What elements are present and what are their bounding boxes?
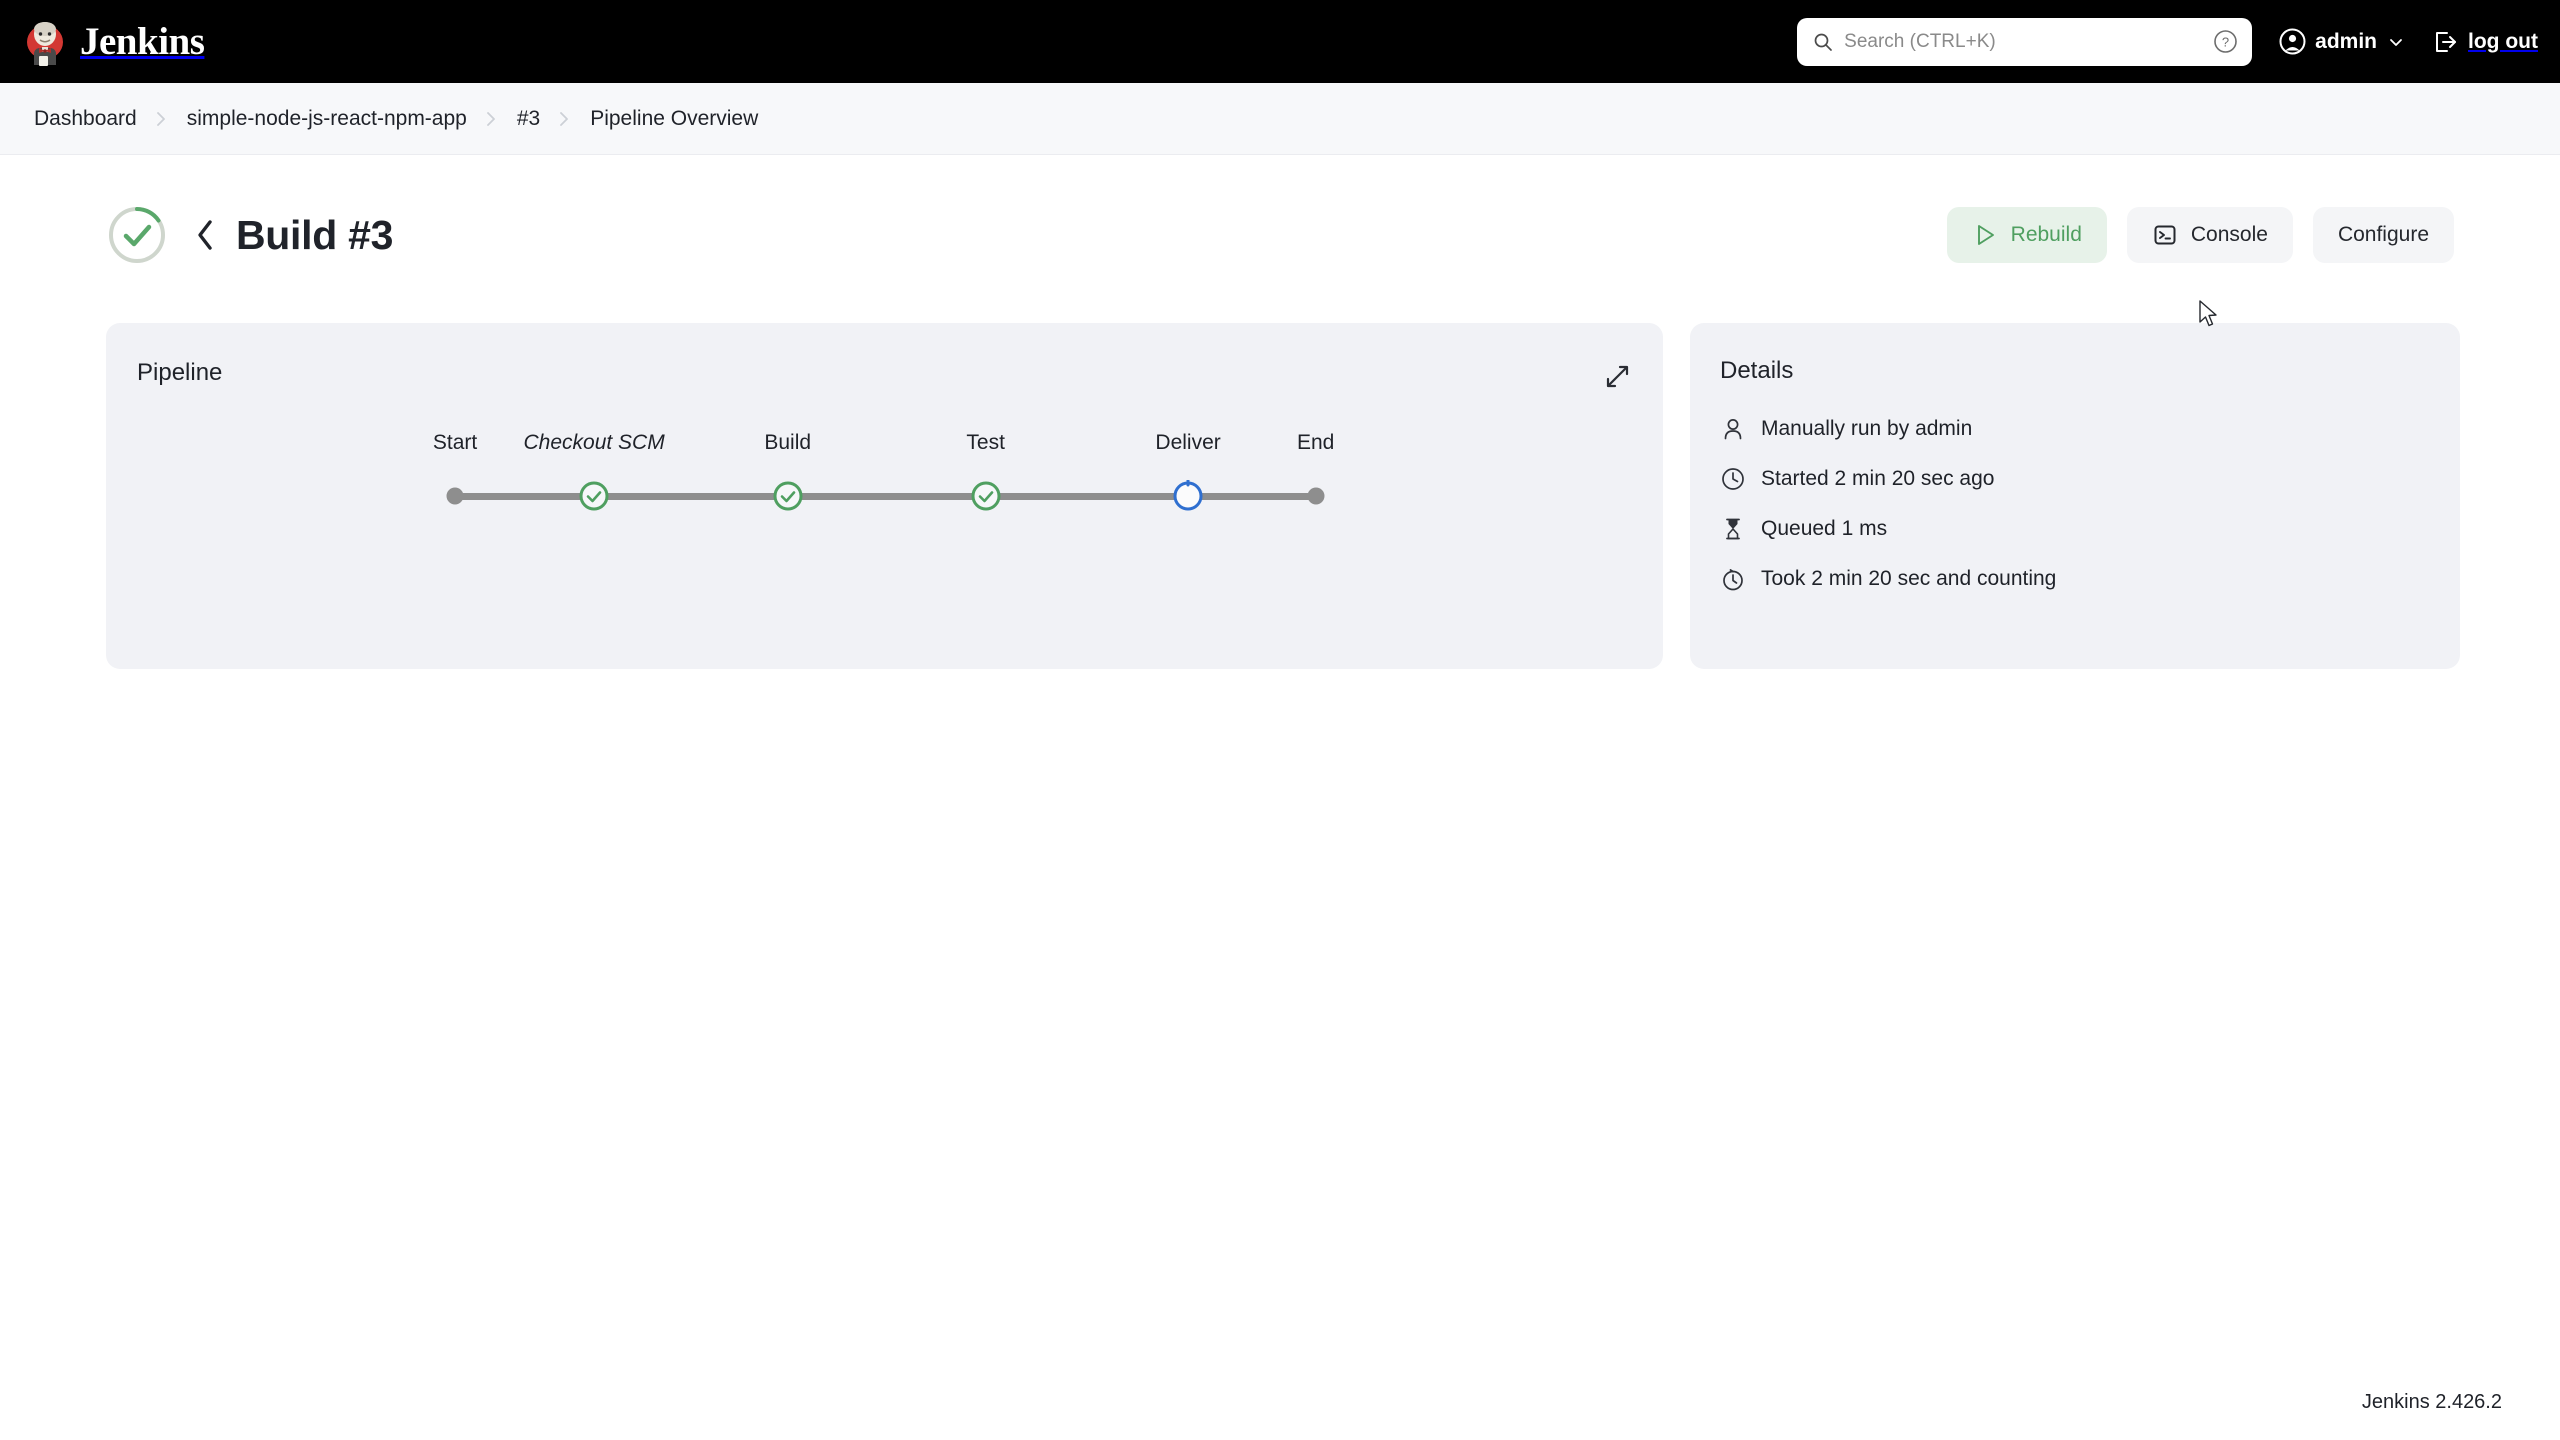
pipeline-stage-labels: Start Checkout SCM Build Test Deliver En… xyxy=(433,431,1335,461)
play-triangle-icon xyxy=(1972,222,1998,248)
build-actions: Rebuild Console Configure xyxy=(1946,207,2454,263)
logout-button[interactable]: log out xyxy=(2432,29,2538,55)
build-success-circle-icon xyxy=(106,204,168,266)
user-name-label: admin xyxy=(2315,29,2378,53)
breadcrumb-item-job[interactable]: simple-node-js-react-npm-app xyxy=(175,107,479,131)
stage-label-test: Test xyxy=(966,431,1005,454)
jenkins-butler-logo-icon xyxy=(24,18,66,66)
logout-label: log out xyxy=(2468,29,2538,53)
help-circle-icon[interactable]: ? xyxy=(2213,29,2238,54)
details-list: Manually run by admin Started 2 min 20 s… xyxy=(1720,413,2460,595)
pipeline-card-title: Pipeline xyxy=(137,359,223,386)
stage-label-end: End xyxy=(1297,431,1335,454)
detail-row-queued: Queued 1 ms xyxy=(1720,513,2460,545)
page-title: Build #3 xyxy=(236,211,394,258)
build-header: Build #3 Rebuild Console Configure xyxy=(106,179,2454,291)
search-input[interactable] xyxy=(1844,30,2203,53)
cards-row: Pipeline Start Checkout SCM Build Test D… xyxy=(106,323,2460,669)
page-body: Build #3 Rebuild Console Configure Pipel… xyxy=(0,179,2560,669)
detail-text-took: Took 2 min 20 sec and counting xyxy=(1761,567,2057,590)
breadcrumb: Dashboard simple-node-js-react-npm-app #… xyxy=(0,83,2560,155)
pipeline-stage-graph: Start Checkout SCM Build Test Deliver En… xyxy=(433,431,1335,551)
stage-label-checkout: Checkout SCM xyxy=(523,431,665,454)
search-box[interactable]: ? xyxy=(1797,17,2253,66)
chevron-left-icon[interactable] xyxy=(194,218,216,252)
clock-icon xyxy=(1720,466,1746,492)
configure-button[interactable]: Configure xyxy=(2312,207,2454,263)
configure-button-label: Configure xyxy=(2337,223,2429,246)
search-icon xyxy=(1813,32,1833,52)
rebuild-button[interactable]: Rebuild xyxy=(1946,207,2107,263)
detail-row-took: Took 2 min 20 sec and counting xyxy=(1720,563,2460,595)
brand-title: Jenkins xyxy=(80,20,205,63)
chevron-right-icon xyxy=(149,109,175,129)
person-icon xyxy=(1720,416,1746,442)
logout-icon xyxy=(2432,29,2458,55)
pipeline-node-end[interactable] xyxy=(1307,487,1325,505)
details-card-title: Details xyxy=(1720,357,1794,384)
breadcrumb-item-build[interactable]: #3 xyxy=(505,107,552,131)
detail-row-run-by: Manually run by admin xyxy=(1720,413,2460,445)
stopwatch-icon xyxy=(1720,566,1746,592)
user-menu-button[interactable]: admin xyxy=(2279,28,2404,55)
chevron-right-icon xyxy=(552,109,578,129)
pipeline-node-deliver[interactable] xyxy=(1172,479,1204,512)
pipeline-node-start[interactable] xyxy=(446,487,464,505)
app-header: Jenkins ? admin log out xyxy=(0,0,2560,83)
breadcrumb-item-current: Pipeline Overview xyxy=(590,106,759,130)
terminal-icon xyxy=(2152,222,2178,248)
stage-label-deliver: Deliver xyxy=(1155,431,1221,454)
header-right-group: ? admin log out xyxy=(1797,0,2538,83)
user-circle-icon xyxy=(2279,28,2306,55)
svg-text:?: ? xyxy=(2222,35,2229,50)
breadcrumb-item-dashboard[interactable]: Dashboard xyxy=(22,107,149,131)
pipeline-node-checkout-scm[interactable] xyxy=(578,480,610,512)
pipeline-card: Pipeline Start Checkout SCM Build Test D… xyxy=(106,323,1663,669)
hourglass-icon xyxy=(1720,516,1746,542)
chevron-right-icon xyxy=(479,109,505,129)
expand-diagonal-icon[interactable] xyxy=(1604,363,1631,390)
detail-row-started: Started 2 min 20 sec ago xyxy=(1720,463,2460,495)
detail-text-run-by: Manually run by admin xyxy=(1761,417,1973,440)
detail-text-started: Started 2 min 20 sec ago xyxy=(1761,467,1995,490)
pipeline-node-test[interactable] xyxy=(970,480,1002,512)
stage-label-start: Start xyxy=(432,431,478,454)
pipeline-node-build[interactable] xyxy=(772,480,804,512)
detail-text-queued: Queued 1 ms xyxy=(1761,517,1888,540)
details-card: Details Manually run by admin Started 2 … xyxy=(1690,323,2460,669)
footer-version: Jenkins 2.426.2 xyxy=(2361,1391,2502,1413)
brand-home-link[interactable]: Jenkins xyxy=(24,18,205,66)
console-button[interactable]: Console xyxy=(2126,207,2293,263)
stage-label-build: Build xyxy=(764,431,812,454)
rebuild-button-label: Rebuild xyxy=(2010,223,2082,246)
chevron-down-icon xyxy=(2388,34,2404,50)
console-button-label: Console xyxy=(2190,223,2268,246)
